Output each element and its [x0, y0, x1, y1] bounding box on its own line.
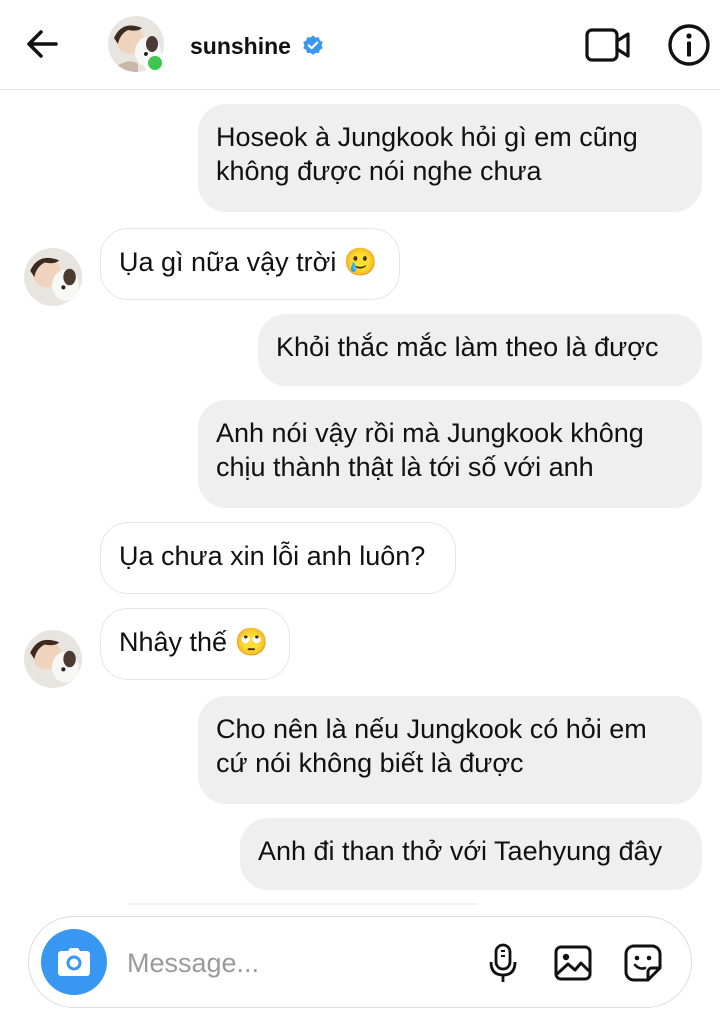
message-text: Khỏi thắc mắc làm theo là được: [276, 332, 659, 362]
chat-avatar[interactable]: [24, 630, 82, 688]
message-bubble-received[interactable]: Ụa chưa xin lỗi anh luôn?: [100, 522, 456, 594]
microphone-icon: [489, 943, 517, 982]
message-text: Hoseok à Jungkook hỏi gì em cũng không đ…: [216, 122, 638, 186]
message-bubble-sent[interactable]: Anh nói vậy rồi mà Jungkook không chịu t…: [198, 400, 702, 508]
back-button[interactable]: [22, 24, 62, 64]
username: sunshine: [190, 32, 291, 59]
chat-avatar[interactable]: [24, 248, 82, 306]
camera-button[interactable]: [41, 929, 107, 995]
gallery-icon: [554, 945, 592, 981]
back-arrow-icon: [27, 30, 58, 58]
message-text: Ụa chưa xin lỗi anh luôn?: [119, 541, 426, 571]
video-call-icon: [585, 28, 630, 62]
gallery-button[interactable]: [549, 939, 597, 987]
message-composer: [28, 916, 692, 1008]
username-row[interactable]: sunshine: [190, 28, 325, 64]
message-bubble-received[interactable]: Nhây thế 🙄: [100, 608, 290, 680]
message-text: Ụa gì nữa vậy trời 🥲: [119, 247, 378, 277]
message-text: Cho nên là nếu Jungkook có hỏi em cứ nói…: [216, 714, 647, 778]
chat-header: sunshine: [0, 0, 720, 90]
video-call-button[interactable]: [584, 24, 632, 66]
verified-badge-icon: [303, 35, 323, 55]
message-bubble-received[interactable]: Ụa gì nữa vậy trời 🥲: [100, 228, 400, 300]
voice-message-button[interactable]: [479, 939, 527, 987]
divider: [128, 903, 478, 905]
message-bubble-sent[interactable]: Khỏi thắc mắc làm theo là được: [258, 314, 702, 386]
message-text: Anh nói vậy rồi mà Jungkook không chịu t…: [216, 418, 644, 482]
message-input[interactable]: [127, 941, 457, 985]
message-bubble-sent[interactable]: Anh đi than thở với Taehyung đây: [240, 818, 702, 890]
info-icon: [668, 24, 710, 66]
message-bubble-sent[interactable]: Cho nên là nếu Jungkook có hỏi em cứ nói…: [198, 696, 702, 804]
sticker-icon: [624, 944, 662, 982]
message-text: Nhây thế 🙄: [119, 627, 269, 657]
sticker-button[interactable]: [619, 939, 667, 987]
online-status-dot: [144, 52, 166, 74]
message-bubble-sent[interactable]: Hoseok à Jungkook hỏi gì em cũng không đ…: [198, 104, 702, 212]
camera-icon: [58, 948, 90, 976]
header-avatar[interactable]: [108, 16, 166, 74]
info-button[interactable]: [666, 22, 712, 68]
message-text: Anh đi than thở với Taehyung đây: [258, 836, 663, 866]
